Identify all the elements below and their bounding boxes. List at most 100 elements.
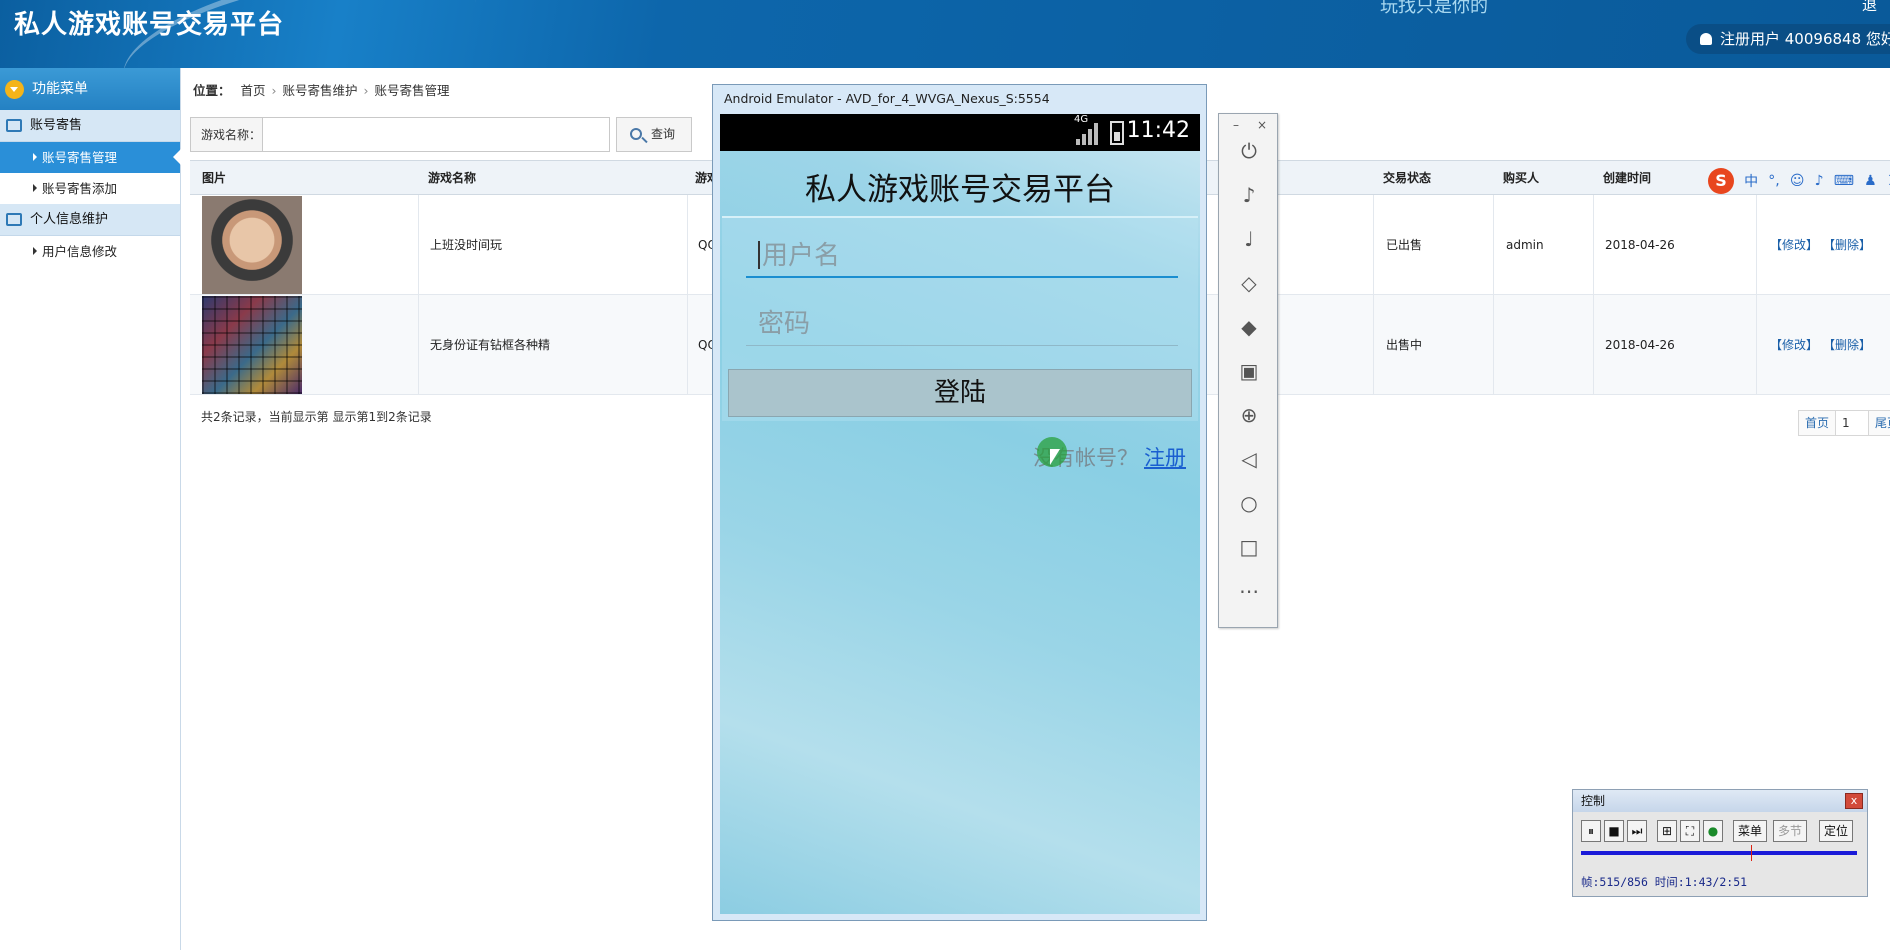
register-link[interactable]: 注册 bbox=[1144, 446, 1186, 470]
emulator-toolbar: – × ⏻ ♪ ♩ ◇ ◆ ▣ ⊕ ◁ ○ □ ⋯ bbox=[1218, 113, 1278, 628]
ime-toolbar: S 中 °, ☺ ♪ ⌨ ♟ ♜ bbox=[1708, 168, 1890, 194]
sidebar-group-label: 账号寄售 bbox=[30, 118, 83, 133]
volume-up-icon[interactable]: ♪ bbox=[1234, 180, 1264, 210]
status-clock: 11:42 bbox=[1126, 118, 1190, 143]
cell-buyer: admin bbox=[1506, 238, 1544, 252]
last-page-link[interactable]: 尾页 bbox=[1869, 411, 1890, 435]
login-button[interactable]: 登陆 bbox=[728, 369, 1192, 417]
zoom-icon[interactable]: ⊕ bbox=[1234, 400, 1264, 430]
pause-icon[interactable]: ⏸ bbox=[1581, 820, 1601, 842]
android-status-bar: 4G 11:42 bbox=[720, 114, 1200, 151]
header-slogan: 玩找只是你的 bbox=[1380, 0, 1488, 17]
power-icon[interactable]: ⏻ bbox=[1234, 136, 1264, 166]
signal-icon: 4G bbox=[1074, 114, 1102, 145]
punctuation-toggle[interactable]: °, bbox=[1768, 173, 1779, 189]
back-icon[interactable]: ◁ bbox=[1234, 444, 1264, 474]
progress-track[interactable] bbox=[1581, 845, 1857, 861]
camera-icon[interactable]: ▣ bbox=[1234, 356, 1264, 386]
edit-link[interactable]: 【修改】 bbox=[1770, 295, 1818, 395]
keyboard-icon[interactable]: ⌨ bbox=[1834, 173, 1854, 189]
cell-created: 2018-04-26 bbox=[1605, 238, 1675, 252]
menu-toggle-icon[interactable] bbox=[5, 80, 24, 99]
emulator-title: Android Emulator - AVD_for_4_WVGA_Nexus_… bbox=[724, 91, 1050, 106]
first-page-link[interactable]: 首页 bbox=[1799, 411, 1835, 435]
breadcrumb-section[interactable]: 账号寄售维护 bbox=[283, 83, 358, 98]
cell-status: 已出售 bbox=[1386, 238, 1423, 252]
sidebar-group-label: 个人信息维护 bbox=[30, 212, 109, 227]
frame-time-info: 帧:515/856 时间:1:43/2:51 bbox=[1581, 875, 1748, 889]
more-icon[interactable]: ⋯ bbox=[1234, 576, 1264, 606]
edit-link[interactable]: 【修改】 bbox=[1770, 195, 1818, 295]
breadcrumb-home[interactable]: 首页 bbox=[241, 83, 266, 98]
user-avatar-icon[interactable]: ♟ bbox=[1864, 173, 1877, 189]
fit-icon[interactable]: ⊞ bbox=[1657, 820, 1677, 842]
breadcrumb-separator: › bbox=[271, 83, 277, 98]
query-button-label: 查询 bbox=[651, 127, 676, 141]
username-field[interactable]: 用户名 bbox=[746, 234, 1178, 278]
sidebar-item-user-info-edit[interactable]: 用户信息修改 bbox=[0, 236, 180, 267]
col-header-buyer: 购买人 bbox=[1503, 171, 1540, 185]
toolbar-close-button[interactable]: × bbox=[1257, 118, 1267, 132]
menu-title: 功能菜单 bbox=[32, 81, 88, 97]
toolbar-minimize-button[interactable]: – bbox=[1233, 118, 1239, 132]
cell-created: 2018-04-26 bbox=[1605, 338, 1675, 352]
locate-button[interactable]: 定位 bbox=[1819, 820, 1853, 842]
rotate-right-icon[interactable]: ◆ bbox=[1234, 312, 1264, 342]
rotate-left-icon[interactable]: ◇ bbox=[1234, 268, 1264, 298]
search-label: 游戏名称： bbox=[190, 117, 262, 152]
cell-game-name: 无身份证有钻框各种精 bbox=[430, 338, 551, 352]
cell-game-name: 上班没时间玩 bbox=[430, 238, 503, 252]
control-panel-title: 控制 bbox=[1573, 790, 1867, 812]
multi-section-button: 多节 bbox=[1773, 820, 1807, 842]
calendar-icon bbox=[6, 213, 22, 226]
playback-control-panel: 控制 x ⏸ ■ ⏭ ⊞ ⛶ ● 菜单 多节 定位 帧:515/856 时间:1… bbox=[1572, 789, 1868, 897]
game-name-input[interactable] bbox=[262, 117, 610, 152]
sidebar-group-profile[interactable]: 个人信息维护 bbox=[0, 204, 180, 236]
col-header-image: 图片 bbox=[202, 171, 227, 185]
account-thumbnail[interactable] bbox=[202, 296, 302, 394]
search-icon bbox=[630, 128, 642, 140]
ime-mode-toggle[interactable]: 中 bbox=[1744, 171, 1758, 191]
records-summary: 共2条记录，当前显示第 显示第1到2条记录 bbox=[201, 410, 432, 424]
query-button[interactable]: 查询 bbox=[616, 117, 692, 152]
exit-link[interactable]: 退 bbox=[1862, 0, 1877, 15]
app-header: 私人游戏账号交易平台 玩找只是你的 退 注册用户 40096848 您好！ bbox=[0, 0, 1890, 68]
sidebar-group-account-sale[interactable]: 账号寄售 bbox=[0, 110, 180, 142]
delete-link[interactable]: 【删除】 bbox=[1823, 195, 1871, 295]
password-field[interactable]: 密码 bbox=[746, 302, 1178, 346]
sidebar-item-account-sale-add[interactable]: 账号寄售添加 bbox=[0, 173, 180, 204]
android-emulator-window: Android Emulator - AVD_for_4_WVGA_Nexus_… bbox=[712, 84, 1207, 921]
emoji-icon[interactable]: ☺ bbox=[1790, 173, 1805, 189]
username-placeholder: 用户名 bbox=[762, 241, 841, 271]
progress-marker[interactable] bbox=[1751, 845, 1752, 861]
delete-link[interactable]: 【删除】 bbox=[1823, 295, 1871, 395]
step-icon[interactable]: ⏭ bbox=[1627, 820, 1647, 842]
home-icon[interactable]: ○ bbox=[1234, 488, 1264, 518]
password-placeholder: 密码 bbox=[758, 309, 811, 339]
register-prompt: 没有帐号？ 注册 bbox=[720, 442, 1186, 472]
breadcrumb-current: 账号寄售管理 bbox=[374, 83, 450, 98]
sidebar: 功能菜单 账号寄售 账号寄售管理 账号寄售添加 个人信息维护 用户信息修改 bbox=[0, 68, 181, 950]
page-number-input[interactable]: 1 bbox=[1835, 411, 1870, 435]
menu-header: 功能菜单 bbox=[0, 68, 180, 110]
network-type: 4G bbox=[1074, 114, 1089, 125]
user-greeting: 注册用户 40096848 您好！ bbox=[1686, 24, 1890, 54]
control-panel-close-button[interactable]: x bbox=[1845, 793, 1863, 809]
sogou-logo-icon[interactable]: S bbox=[1708, 168, 1734, 194]
menu-button[interactable]: 菜单 bbox=[1733, 820, 1767, 842]
overview-icon[interactable]: □ bbox=[1234, 532, 1264, 562]
cell-status: 出售中 bbox=[1386, 338, 1423, 352]
site-title: 私人游戏账号交易平台 bbox=[14, 10, 285, 40]
user-greeting-text: 注册用户 40096848 您好！ bbox=[1720, 30, 1890, 48]
sidebar-item-account-sale-manage[interactable]: 账号寄售管理 bbox=[0, 142, 181, 173]
fullscreen-icon[interactable]: ⛶ bbox=[1680, 820, 1700, 842]
stop-icon[interactable]: ■ bbox=[1604, 820, 1624, 842]
emulator-screen[interactable]: 4G 11:42 私人游戏账号交易平台 用户名 密码 登陆 没有帐号？ 注册 bbox=[720, 114, 1200, 914]
account-thumbnail[interactable] bbox=[202, 196, 302, 294]
cursor-icon[interactable]: ● bbox=[1703, 820, 1723, 842]
microphone-icon[interactable]: ♪ bbox=[1815, 173, 1824, 189]
col-header-created: 创建时间 bbox=[1603, 171, 1652, 185]
volume-down-icon[interactable]: ♩ bbox=[1234, 224, 1264, 254]
app-title: 私人游戏账号交易平台 bbox=[805, 172, 1115, 208]
battery-icon bbox=[1110, 121, 1124, 145]
